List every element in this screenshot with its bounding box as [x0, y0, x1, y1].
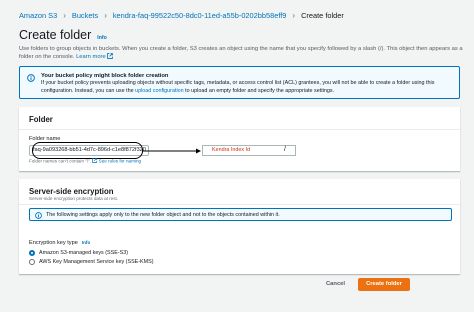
upload-configuration-link[interactable]: upload configuration	[135, 88, 184, 94]
external-link-icon	[107, 53, 114, 60]
radio-button-selected[interactable]	[29, 250, 35, 256]
hint-text: Folder names can't contain "/".	[29, 158, 92, 164]
cancel-button[interactable]: Cancel	[326, 281, 345, 287]
breadcrumb-item-amazon-s3[interactable]: Amazon S3	[19, 11, 57, 20]
encryption-info-box: The following settings apply only to the…	[29, 208, 452, 221]
annotation-arrow	[143, 148, 201, 154]
key-type-info-link[interactable]: Info	[82, 240, 90, 245]
info-icon	[35, 211, 42, 219]
breadcrumb-separator: ›	[292, 11, 296, 20]
breadcrumb: Amazon S3 › Buckets › kendra-faq-99522c5…	[19, 11, 344, 20]
external-link-icon	[92, 158, 98, 163]
folder-panel-header: Folder	[29, 115, 53, 124]
radio-option-sse-s3[interactable]: Amazon S3-managed keys (SSE-S3)	[29, 250, 128, 256]
panel-divider	[19, 129, 460, 130]
encryption-description: Server-side encryption protects data at …	[29, 196, 119, 201]
breadcrumb-separator: ›	[63, 11, 66, 20]
key-type-label-row: Encryption key type Info	[29, 240, 90, 246]
encryption-info-text: The following settings apply only to the…	[46, 212, 280, 218]
encryption-panel-header: Server-side encryption	[29, 187, 114, 196]
folder-panel: Folder Folder name faq-9a093268-bb51-4d7…	[19, 107, 460, 171]
panel-divider	[19, 204, 460, 205]
folder-name-hint: Folder names can't contain "/". See rule…	[29, 158, 141, 164]
title-info-link[interactable]: Info	[97, 35, 107, 41]
folder-slash: /	[284, 146, 286, 153]
radio-option-sse-kms[interactable]: AWS Key Management Service key (SSE-KMS)	[29, 259, 154, 265]
kendra-index-annotation: Kendra Index Id	[202, 145, 296, 156]
radio-label: AWS Key Management Service key (SSE-KMS)	[39, 259, 154, 265]
encryption-panel: Server-side encryption Server-side encry…	[19, 179, 460, 274]
info-icon	[27, 74, 35, 82]
alert-body: If your bucket policy prevents uploading…	[41, 80, 453, 95]
page-description: Use folders to group objects in buckets.…	[19, 45, 464, 62]
page-title-row: Create folder Info	[19, 28, 107, 42]
page-title: Create folder	[19, 28, 92, 42]
breadcrumb-item-buckets[interactable]: Buckets	[72, 11, 98, 20]
radio-label: Amazon S3-managed keys (SSE-S3)	[39, 250, 128, 256]
breadcrumb-item-current: Create folder	[301, 11, 344, 20]
breadcrumb-item-bucket[interactable]: kendra-faq-99522c50-8dc0-11ed-a55b-0202b…	[113, 11, 287, 20]
bucket-policy-alert: Your bucket policy might block folder cr…	[19, 66, 460, 99]
key-type-label: Encryption key type	[29, 240, 78, 246]
highlight-oval	[32, 142, 143, 159]
learn-more-link[interactable]: Learn more	[76, 54, 106, 60]
breadcrumb-separator: ›	[104, 11, 107, 20]
create-folder-button[interactable]: Create folder	[358, 278, 410, 291]
alert-title: Your bucket policy might block folder cr…	[41, 73, 169, 79]
alert-body-text-end: to upload an empty folder and specify th…	[185, 87, 335, 94]
radio-button[interactable]	[29, 259, 35, 265]
naming-rules-link[interactable]: See rules for naming	[99, 159, 141, 164]
